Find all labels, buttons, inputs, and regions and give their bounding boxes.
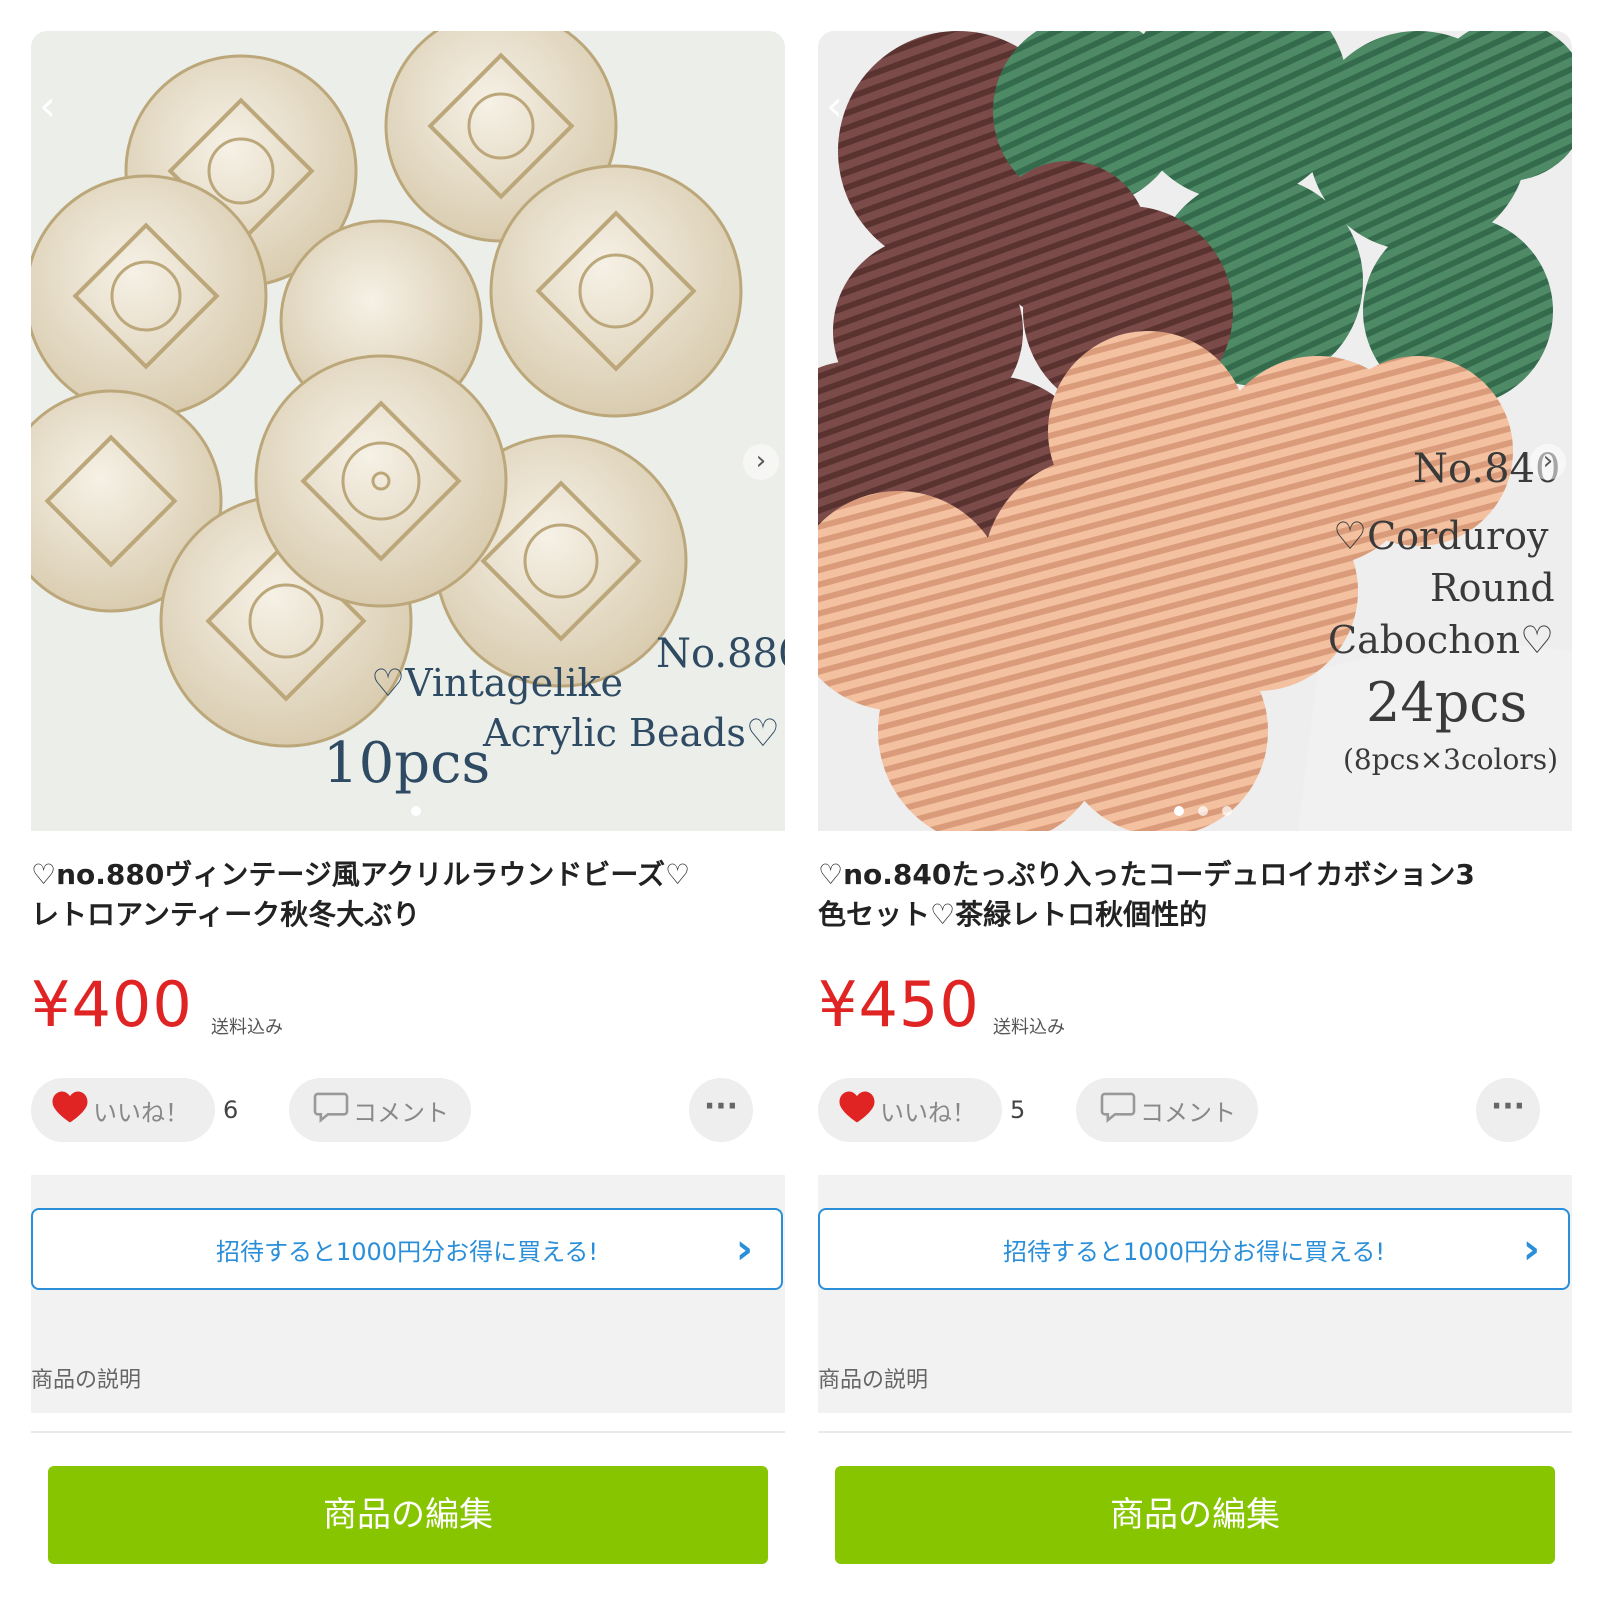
overlay-line1: ♡Corduroy: [1333, 514, 1549, 558]
product-photo-880[interactable]: ♡Vintagelike No.880 Acrylic Beads♡ 10pcs…: [31, 31, 785, 831]
comment-button[interactable]: コメント: [1076, 1078, 1258, 1142]
like-count: 5: [1010, 1096, 1026, 1124]
comment-button[interactable]: コメント: [289, 1078, 471, 1142]
carousel-dot[interactable]: [1198, 806, 1208, 816]
description-label: 商品の説明: [818, 1368, 929, 1393]
like-label: いいね！: [93, 1098, 189, 1127]
price: ¥400: [31, 968, 193, 1041]
edit-item-button[interactable]: 商品の編集: [48, 1466, 768, 1564]
listing-panel-880: ♡Vintagelike No.880 Acrylic Beads♡ 10pcs…: [31, 0, 801, 1600]
comment-icon: [1100, 1091, 1136, 1129]
shipping-label: 送料込み: [211, 1017, 283, 1038]
invite-banner[interactable]: 招待すると1000円分お得に買える! ›: [818, 1208, 1570, 1290]
chevron-right-icon: ›: [735, 1224, 753, 1273]
title-line: レトロアンティーク秋冬大ぶり: [31, 898, 421, 931]
overlay-line2: Acrylic Beads♡: [483, 711, 780, 755]
like-label: いいね！: [880, 1098, 976, 1127]
heart-icon: [838, 1090, 876, 1130]
description-label: 商品の説明: [31, 1368, 142, 1393]
like-button[interactable]: いいね！: [818, 1078, 1002, 1142]
more-icon[interactable]: ···: [1476, 1078, 1540, 1142]
title-line: 色セット♡茶緑レトロ秋個性的: [818, 898, 1208, 931]
comment-label: コメント: [1140, 1098, 1236, 1127]
like-button[interactable]: いいね！: [31, 1078, 215, 1142]
listing-panel-840: No.840 ♡Corduroy Round Cabochon♡ 24pcs (…: [818, 0, 1588, 1600]
vintage-button: [489, 164, 743, 418]
invite-banner[interactable]: 招待すると1000円分お得に買える! ›: [31, 1208, 783, 1290]
more-icon[interactable]: ···: [689, 1078, 753, 1142]
divider: [31, 1431, 785, 1433]
carousel-dots: [31, 801, 801, 820]
invite-text: 招待すると1000円分お得に買える!: [1003, 1237, 1385, 1266]
overlay-count: 24pcs: [1366, 671, 1528, 734]
product-title: ♡no.880ヴィンテージ風アクリルラウンドビーズ♡ レトロアンティーク秋冬大ぶ…: [31, 855, 781, 935]
overlay-line2: Round: [1430, 566, 1555, 610]
vintage-button: [31, 174, 268, 418]
like-count: 6: [223, 1096, 239, 1124]
vintage-button: [254, 354, 508, 608]
back-chevron-icon[interactable]: ‹: [39, 81, 56, 130]
next-chevron-icon[interactable]: ›: [1530, 444, 1566, 480]
carousel-dot[interactable]: [1222, 806, 1232, 816]
divider: [818, 1431, 1572, 1433]
carousel-dot[interactable]: [1174, 806, 1184, 816]
back-chevron-icon[interactable]: ‹: [826, 81, 843, 130]
overlay-count: 10pcs: [323, 731, 491, 796]
overlay-line1: ♡Vintagelike: [371, 661, 624, 705]
invite-text: 招待すると1000円分お得に買える!: [216, 1237, 598, 1266]
product-photo-840[interactable]: No.840 ♡Corduroy Round Cabochon♡ 24pcs (…: [818, 31, 1572, 831]
shipping-label: 送料込み: [993, 1017, 1065, 1038]
comment-label: コメント: [353, 1098, 449, 1127]
product-title: ♡no.840たっぷり入ったコーデュロイカボション3 色セット♡茶緑レトロ秋個性…: [818, 855, 1568, 935]
title-line: ♡no.840たっぷり入ったコーデュロイカボション3: [818, 858, 1475, 891]
overlay-number: No.880: [656, 631, 785, 677]
comment-icon: [313, 1091, 349, 1129]
next-chevron-icon[interactable]: ›: [743, 444, 779, 480]
carousel-dot[interactable]: [411, 806, 421, 816]
carousel-dots: [818, 801, 1588, 820]
heart-icon: [51, 1090, 89, 1130]
price: ¥450: [818, 968, 980, 1041]
overlay-line3: Cabochon♡: [1328, 618, 1555, 662]
edit-item-button[interactable]: 商品の編集: [835, 1466, 1555, 1564]
chevron-right-icon: ›: [1522, 1224, 1540, 1273]
title-line: ♡no.880ヴィンテージ風アクリルラウンドビーズ♡: [31, 858, 691, 891]
overlay-detail: (8pcs×3colors): [1343, 743, 1559, 776]
